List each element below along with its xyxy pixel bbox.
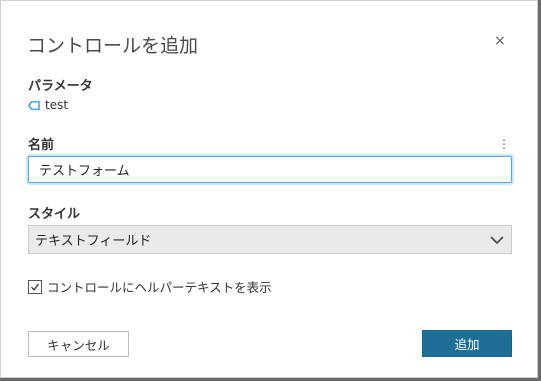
tag-icon [28,100,40,110]
parameter-label: パラメータ [28,79,93,94]
add-button[interactable]: 追加 [422,330,512,357]
parameter-value: test [45,98,69,112]
style-select[interactable]: テキストフィールド [28,225,512,254]
check-icon [31,283,40,291]
dialog-title: コントロールを追加 [27,35,199,57]
helper-text-option[interactable]: コントロールにヘルパーテキストを表示 [28,277,272,296]
style-selected-value: テキストフィールド [35,234,152,249]
add-control-dialog: コントロールを追加 × パラメータ test 名前 ⋮ スタイル テキストフィー… [0,0,538,378]
close-icon[interactable]: × [494,34,506,48]
helper-text-label: コントロールにヘルパーテキストを表示 [47,280,272,295]
style-label: スタイル [28,207,81,222]
name-input[interactable] [28,156,512,183]
name-label: 名前 [28,138,55,153]
parameter-value-row: test [28,97,68,113]
cancel-button[interactable]: キャンセル [28,331,129,357]
more-vertical-icon[interactable]: ⋮ [498,138,510,150]
helper-text-checkbox[interactable] [28,279,42,294]
chevron-down-icon [490,236,504,245]
